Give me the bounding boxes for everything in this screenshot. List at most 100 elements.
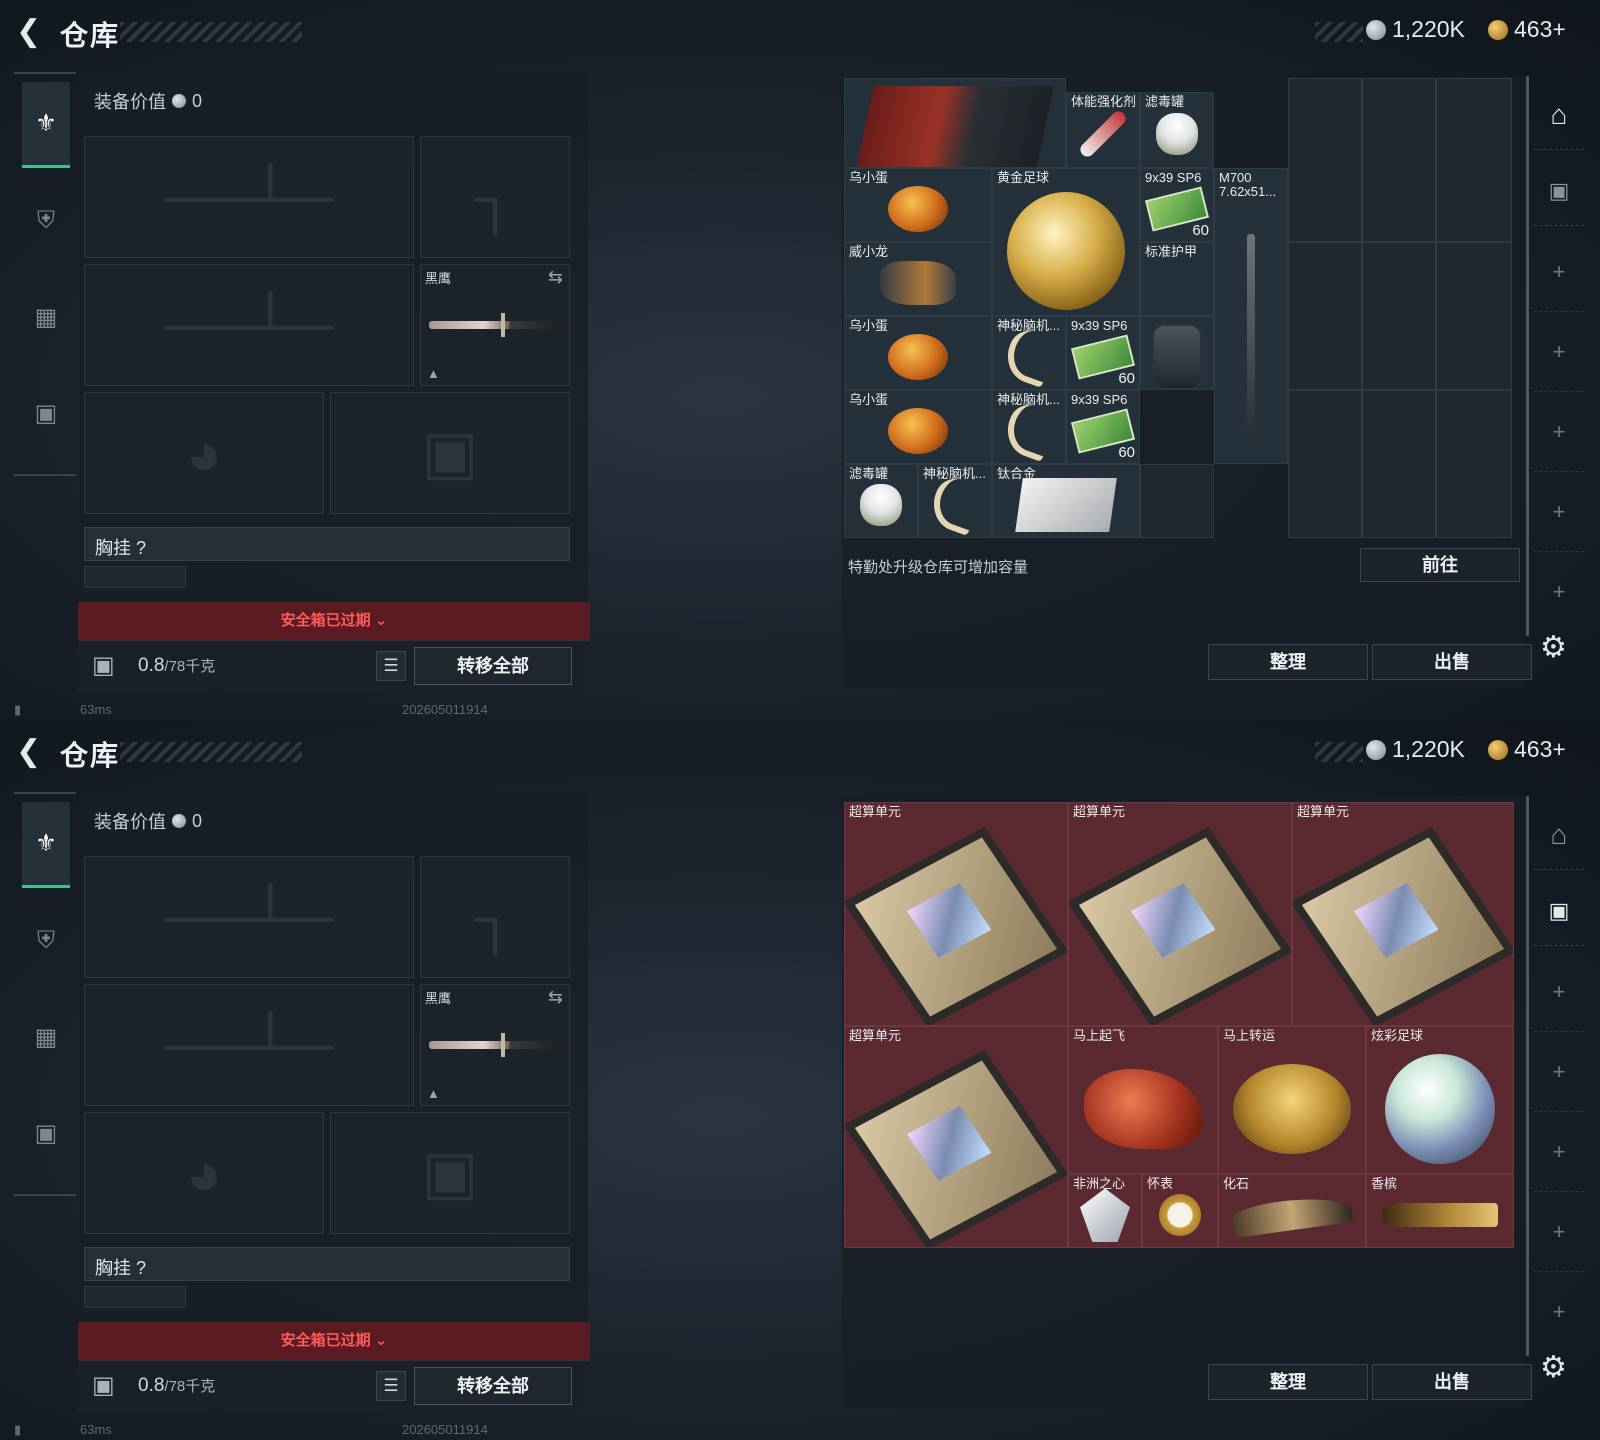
storage-item[interactable]: 神秘脑机... <box>992 390 1066 464</box>
armor-tab-icon[interactable]: ⛨ <box>22 898 70 984</box>
storage-item[interactable]: 乌小蛋 <box>844 168 992 242</box>
swap-icon[interactable]: ⇆ <box>548 987 563 1008</box>
storage-item[interactable]: 神秘脑机... <box>918 464 992 538</box>
add-tab-icon[interactable]: + <box>1534 552 1584 632</box>
settings-gear-icon[interactable]: ⚙ <box>1540 1350 1567 1385</box>
empty-storage-cell[interactable] <box>1288 242 1362 390</box>
sell-button[interactable]: 出售 <box>1372 644 1532 680</box>
storage-item[interactable]: 香槟 <box>1366 1174 1514 1248</box>
storage-item[interactable]: 标准护甲 <box>1140 242 1214 316</box>
storage-item[interactable]: 威小龙 <box>844 242 992 316</box>
gold-currency[interactable]: 463+ <box>1488 736 1566 763</box>
safe-box-expired-banner[interactable]: 安全箱已过期 ⌄ <box>78 1322 590 1360</box>
body-armor-slot[interactable]: ▣ <box>330 1112 570 1234</box>
storage-item-unlabeled[interactable] <box>1140 316 1214 390</box>
settings-gear-icon[interactable]: ⚙ <box>1540 630 1567 665</box>
pistol-tab-icon[interactable]: ⚜ <box>22 82 70 168</box>
storage-item[interactable]: 神秘脑机... <box>992 316 1066 390</box>
list-icon[interactable]: ☰ <box>376 651 406 681</box>
silver-currency[interactable]: 1,220K <box>1366 736 1465 763</box>
lock-icon[interactable]: ▣ <box>92 1371 115 1400</box>
storage-item-unlabeled[interactable] <box>844 78 1066 168</box>
collection-icon[interactable]: ▣ <box>1534 156 1584 226</box>
storage-item[interactable]: 滤毒罐 <box>1140 92 1214 168</box>
backpack-tab-icon[interactable]: ▦ <box>22 994 70 1080</box>
secondary-weapon-slot[interactable]: ──┴─ <box>84 264 414 386</box>
silver-currency[interactable]: 1,220K <box>1366 16 1465 43</box>
pistol-slot[interactable]: ┐ <box>420 136 570 258</box>
storage-item[interactable]: M700 7.62x51... <box>1214 168 1288 464</box>
chest-rig-subslot[interactable] <box>84 1286 186 1308</box>
backpack-tab-icon[interactable]: ▦ <box>22 274 70 360</box>
storage-item[interactable]: 滤毒罐 <box>844 464 918 538</box>
add-tab-icon[interactable]: + <box>1534 1032 1584 1112</box>
sell-button[interactable]: 出售 <box>1372 1364 1532 1400</box>
storage-item[interactable]: 乌小蛋 <box>844 390 992 464</box>
lock-icon[interactable]: ▣ <box>92 651 115 680</box>
storage-item[interactable]: 乌小蛋 <box>844 316 992 390</box>
back-arrow-icon[interactable]: ❮ <box>16 16 50 48</box>
melee-slot[interactable]: 黑鹰 ⇆ ▲ <box>420 264 570 386</box>
storage-item[interactable]: 非洲之心 <box>1068 1174 1142 1248</box>
add-tab-icon[interactable]: + <box>1534 952 1584 1032</box>
helmet-slot[interactable]: ◕ <box>84 392 324 514</box>
storage-item[interactable]: 黄金足球 <box>992 168 1140 316</box>
storage-item[interactable]: 9x39 SP6 60 <box>1066 316 1140 390</box>
storage-item[interactable]: 钛合金 <box>992 464 1140 538</box>
add-tab-icon[interactable]: + <box>1534 1192 1584 1272</box>
chest-rig-slot[interactable]: 胸挂 ? <box>84 1247 570 1281</box>
storage-item[interactable]: 马上起飞 <box>1068 1026 1218 1174</box>
sort-button[interactable]: 整理 <box>1208 644 1368 680</box>
chest-rig-subslot[interactable] <box>84 566 186 588</box>
chest-rig-slot[interactable]: 胸挂 ? <box>84 527 570 561</box>
sort-button[interactable]: 整理 <box>1208 1364 1368 1400</box>
storage-item[interactable]: 超算单元 <box>844 1026 1068 1248</box>
pistol-tab-icon[interactable]: ⚜ <box>22 802 70 888</box>
swap-icon[interactable]: ⇆ <box>548 267 563 288</box>
storage-item[interactable]: 炫彩足球 <box>1366 1026 1514 1174</box>
secondary-weapon-slot[interactable]: ──┴─ <box>84 984 414 1106</box>
case-tab-icon[interactable]: ▣ <box>22 1090 70 1176</box>
storage-item[interactable]: 9x39 SP6 60 <box>1140 168 1214 242</box>
case-tab-icon[interactable]: ▣ <box>22 370 70 456</box>
empty-storage-cell[interactable] <box>1436 242 1512 390</box>
transfer-all-button[interactable]: 转移全部 <box>414 647 572 685</box>
pistol-slot[interactable]: ┐ <box>420 856 570 978</box>
storage-scrollbar[interactable] <box>1526 76 1529 636</box>
storage-item[interactable]: 体能强化剂 <box>1066 92 1140 168</box>
armor-tab-icon[interactable]: ⛨ <box>22 178 70 264</box>
storage-item[interactable]: 9x39 SP6 60 <box>1066 390 1140 464</box>
empty-storage-cell[interactable] <box>1288 78 1362 242</box>
go-button[interactable]: 前往 <box>1360 548 1520 582</box>
transfer-all-button[interactable]: 转移全部 <box>414 1367 572 1405</box>
primary-weapon-slot[interactable]: ──┴─ <box>84 856 414 978</box>
list-icon[interactable]: ☰ <box>376 1371 406 1401</box>
add-tab-icon[interactable]: + <box>1534 312 1584 392</box>
empty-storage-cell[interactable] <box>1436 390 1512 538</box>
storage-scrollbar[interactable] <box>1526 796 1529 1356</box>
add-tab-icon[interactable]: + <box>1534 472 1584 552</box>
storage-item[interactable]: 马上转运 <box>1218 1026 1366 1174</box>
empty-storage-cell[interactable] <box>1288 390 1362 538</box>
empty-storage-cell[interactable] <box>1362 390 1436 538</box>
empty-storage-cell[interactable] <box>1362 78 1436 242</box>
storage-item[interactable]: 超算单元 <box>1068 802 1292 1026</box>
add-tab-icon[interactable]: + <box>1534 232 1584 312</box>
add-tab-icon[interactable]: + <box>1534 1272 1584 1352</box>
melee-slot[interactable]: 黑鹰 ⇆ ▲ <box>420 984 570 1106</box>
warehouse-icon[interactable]: ⌂ <box>1534 80 1584 150</box>
empty-storage-cell[interactable] <box>1362 242 1436 390</box>
primary-weapon-slot[interactable]: ──┴─ <box>84 136 414 258</box>
back-arrow-icon[interactable]: ❮ <box>16 736 50 768</box>
collection-icon[interactable]: ▣ <box>1534 876 1584 946</box>
add-tab-icon[interactable]: + <box>1534 392 1584 472</box>
add-tab-icon[interactable]: + <box>1534 1112 1584 1192</box>
warehouse-icon[interactable]: ⌂ <box>1534 800 1584 870</box>
gold-currency[interactable]: 463+ <box>1488 16 1566 43</box>
body-armor-slot[interactable]: ▣ <box>330 392 570 514</box>
safe-box-expired-banner[interactable]: 安全箱已过期 ⌄ <box>78 602 590 640</box>
storage-item[interactable]: 超算单元 <box>844 802 1068 1026</box>
storage-item[interactable]: 怀表 <box>1142 1174 1218 1248</box>
help-icon[interactable]: ? <box>136 1258 146 1278</box>
empty-storage-cell[interactable] <box>1436 78 1512 242</box>
